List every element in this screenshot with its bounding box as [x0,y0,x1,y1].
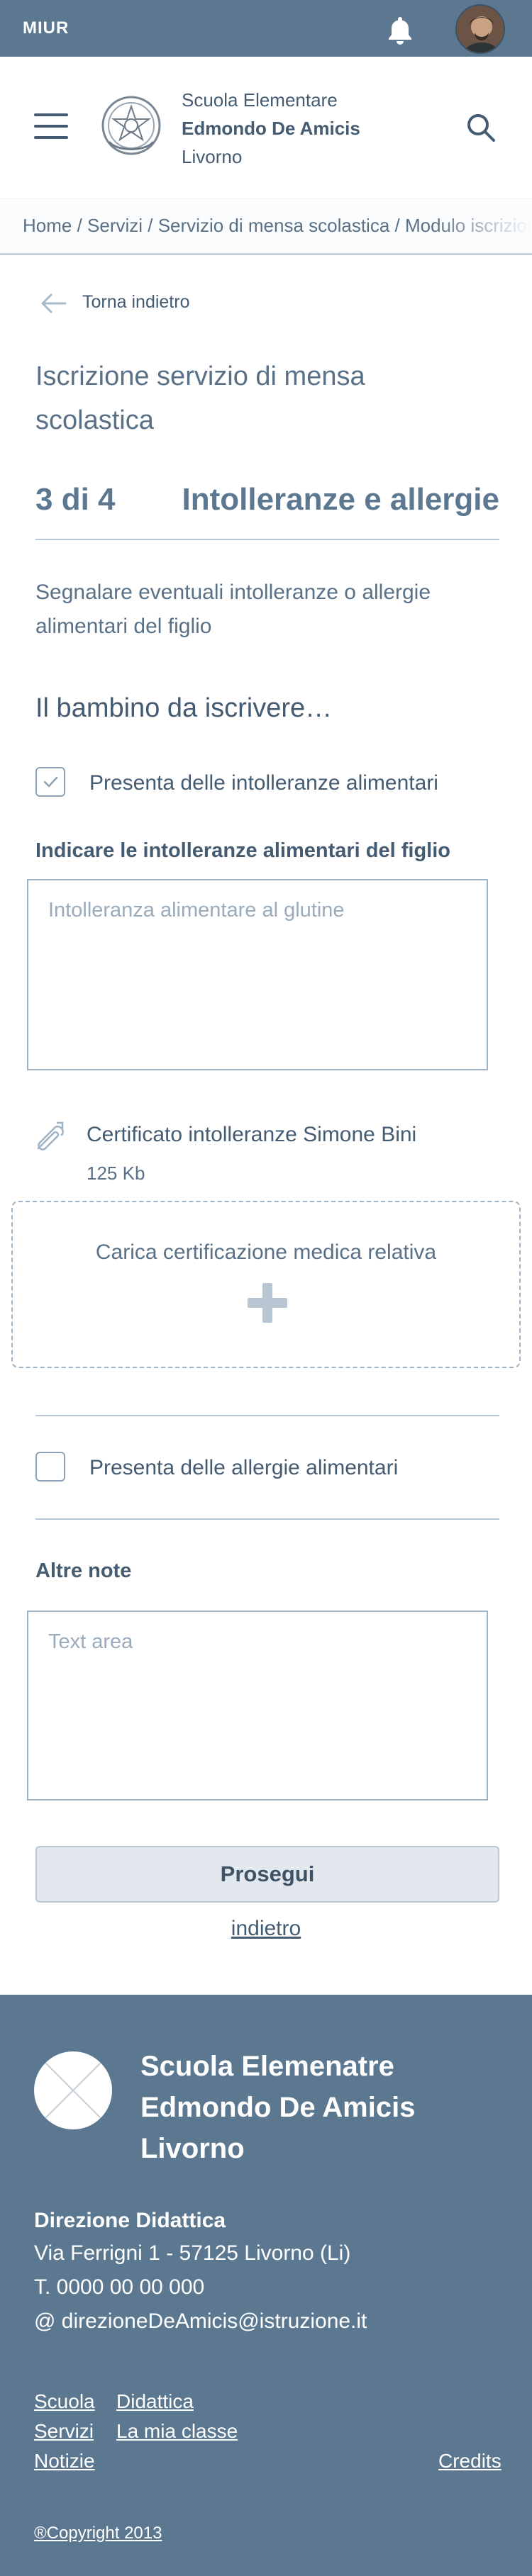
footer-link-credits[interactable]: Credits [438,2450,501,2473]
bell-icon[interactable] [383,13,417,47]
school-name: Edmondo De Amicis [182,118,360,139]
footer-school-name: Scuola Elemenatre Edmondo De Amicis Livo… [140,2051,416,2164]
check-icon [43,776,58,788]
school-type: Scuola Elementare [182,89,338,111]
search-icon[interactable] [464,111,499,146]
footer-link-servizi[interactable]: Servizi [34,2420,94,2443]
breadcrumb: Home / Servizi / Servizio di mensa scola… [0,198,532,255]
checkbox-box[interactable] [35,1452,65,1482]
upload-dropzone[interactable]: Carica certificazione medica relativa [11,1201,521,1368]
divider [35,1518,499,1520]
file-name: Certificato intolleranze Simone Bini [87,1123,417,1146]
italian-republic-emblem [101,96,161,155]
footer-copyright[interactable]: ®Copyright 2013 [34,2524,162,2543]
back-button-label: indietro [231,1917,301,1940]
checkbox-box[interactable] [35,767,65,797]
user-avatar[interactable] [455,4,505,54]
file-size: 125 Kb [87,1163,145,1184]
site-footer: Scuola Elemenatre Edmondo De Amicis Livo… [0,1995,532,2576]
allergy-checkbox-label: Presenta delle allergie alimentari [89,1456,399,1479]
upload-label: Carica certificazione medica relativa [95,1241,437,1264]
avatar-image [457,6,504,52]
arrow-left-icon [41,293,67,313]
school-city: Livorno [182,146,243,167]
intolerance-checkbox-label: Presenta delle intolleranze alimentari [89,771,438,795]
back-link-label: Torna indietro [82,292,190,312]
intolerance-placeholder: Intolleranza alimentare al glutine [48,899,345,922]
site-header: Scuola Elementare Edmondo De Amicis Livo… [0,57,532,198]
hamburger-menu-icon[interactable] [34,113,68,142]
divider [35,1415,499,1416]
footer-link-notizie[interactable]: Notizie [34,2450,95,2473]
footer-link-didattica[interactable]: Didattica [116,2390,194,2413]
school-logo-placeholder [34,2051,112,2129]
step-name: Intolleranze e allergie [182,482,500,517]
page-title: Iscrizione servizio di mensa scolastica [35,362,365,435]
step-description: Segnalare eventuali intolleranze o aller… [35,581,431,638]
footer-phone: T. 0000 00 00 000 [34,2275,205,2299]
continue-button[interactable]: Prosegui [35,1846,499,1903]
step-number: 3 di 4 [35,482,116,517]
step-indicator: 3 di 4 Intolleranze e allergie [35,482,499,540]
paperclip-file-icon [37,1121,65,1150]
plus-icon[interactable] [248,1283,287,1323]
brand-label[interactable]: MIUR [23,18,69,38]
footer-link-scuola[interactable]: Scuola [34,2390,95,2413]
notes-placeholder: Text area [48,1630,133,1653]
top-bar: MIUR [0,0,532,57]
back-button[interactable]: indietro [0,1917,532,1941]
footer-direction-label: Direzione Didattica [34,2209,226,2232]
section-heading: Il bambino da iscrivere… [35,693,333,723]
intolerance-field-label: Indicare le intolleranze alimentari del … [35,839,450,862]
notes-label: Altre note [35,1559,132,1582]
image-placeholder-icon [43,2061,103,2120]
notes-textarea[interactable]: Text area [27,1611,488,1801]
footer-address: Via Ferrigni 1 - 57125 Livorno (Li) [34,2241,351,2265]
intolerance-textarea[interactable]: Intolleranza alimentare al glutine [27,879,488,1070]
footer-link-la-mia-classe[interactable]: La mia classe [116,2420,238,2443]
footer-email: @ direzioneDeAmicis@istruzione.it [34,2309,367,2333]
